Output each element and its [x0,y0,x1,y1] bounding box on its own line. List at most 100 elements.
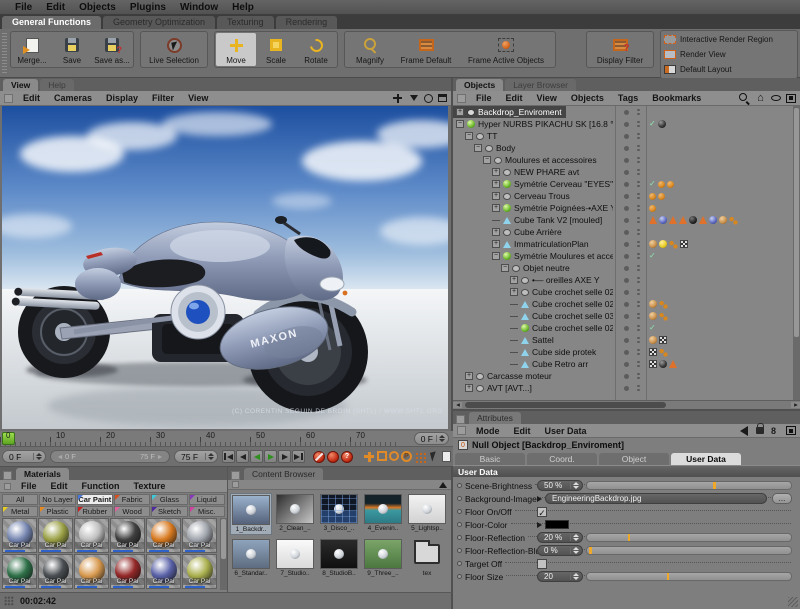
floor-reflection-blur-value-field[interactable]: 0 % [537,545,583,556]
content-item-7-studio[interactable]: 7_Studio.. [274,538,316,578]
render-dot-icon[interactable] [637,301,640,304]
filter-icon[interactable] [771,95,781,101]
merge-button[interactable]: Merge... [12,33,52,66]
floor-size-slider[interactable] [586,572,792,581]
key-scale-icon[interactable] [377,451,387,461]
render-dot-icon[interactable] [637,169,640,172]
tree-item-cube-retro-arr[interactable]: Cube Retro arr [453,358,592,370]
frame-default-button[interactable]: Frame Default [394,33,458,66]
tree-item-oreilles-axe-y[interactable]: +•— oreilles AXE Y [453,274,604,286]
tree-row[interactable]: +•— oreilles AXE Y [453,274,800,286]
expand-icon[interactable]: + [492,240,500,248]
attr-tab-coord[interactable]: Coord. [527,453,597,465]
material-swatch[interactable]: Car Pai [74,518,109,553]
render-dot-icon[interactable] [637,337,640,340]
tree-item-sym-trie-poign-es-axe-y[interactable]: +Symétrie Poignées-•AXE Y [453,202,613,214]
render-dot-icon[interactable] [637,253,640,256]
content-item-2-clean[interactable]: 2_Clean_.. [274,493,316,535]
checker-tag-icon[interactable] [649,360,657,368]
tree-row[interactable]: Cube crochet selle 02 [I]✓ [453,322,800,334]
render-dot-icon[interactable] [637,241,640,244]
visibility-dots[interactable] [619,157,645,164]
menubar-item-objects[interactable]: Objects [72,2,123,13]
visibility-dots[interactable] [619,181,645,188]
check-tag-icon[interactable]: ✓ [649,252,656,260]
tree-row[interactable]: −Symétrie Moulures et accessoires✓ [453,250,800,262]
material-swatch[interactable]: Car Pai [38,518,73,553]
attr-tab-object[interactable]: Object [599,453,669,465]
key-rotation-icon[interactable] [389,451,399,461]
visibility-dots[interactable] [619,253,645,260]
tree-item-new-phare-avt[interactable]: +NEW PHARE avt [453,166,583,178]
visibility-dot-icon[interactable] [624,194,629,199]
viewport-menu-display[interactable]: Display [100,93,144,103]
floor-size-stepper[interactable] [570,573,579,580]
materials-scrollbar[interactable] [220,518,227,590]
tree-row[interactable]: Cube crochet selle 02 [453,298,800,310]
floor-color-swatch[interactable] [545,520,569,529]
tree-item-immatriculationplan[interactable]: +ImmatriculationPlan [453,238,593,250]
render-dot-icon[interactable] [637,181,640,184]
materials-menu-grip[interactable] [4,483,11,490]
material-filter-car-paint[interactable]: Car Paint [77,494,113,505]
visibility-dot-icon[interactable] [624,242,629,247]
collapse-icon[interactable]: − [474,144,482,152]
play-backward-icon[interactable] [250,450,263,463]
tree-item-tt[interactable]: −TT [453,130,501,142]
tree-row[interactable]: +Symétrie Cerveau "EYES"✓ [453,178,800,190]
tree-row[interactable]: −Objet neutre [453,262,800,274]
visibility-dot-icon[interactable] [624,254,629,259]
sphere-tan-tag-icon[interactable] [719,216,727,224]
objects-menu-bookmarks[interactable]: Bookmarks [646,93,707,103]
check-tag-icon[interactable]: ✓ [649,180,656,188]
save-button[interactable]: Save [52,33,92,66]
tree-item-cube-arri-re[interactable]: +Cube Arrière [453,226,566,238]
render-dot-icon[interactable] [637,265,640,268]
tree-item-cube-crochet-selle-02[interactable]: Cube crochet selle 02 [453,298,613,310]
menubar-item-window[interactable]: Window [173,2,225,13]
param-bullet-icon[interactable] [457,574,462,579]
content-item-3-disco[interactable]: 3_Disco_.. [318,493,360,535]
gear-tag-icon[interactable] [667,181,674,188]
dots-tag-icon[interactable] [659,312,668,321]
collapse-icon[interactable]: − [492,252,500,260]
scroll-left-icon[interactable] [453,402,462,408]
dots-tag-icon[interactable] [729,216,738,225]
content-browser-toolbar-grip[interactable] [232,481,239,488]
expand-icon[interactable]: + [492,204,500,212]
render-dot-icon[interactable] [637,229,640,232]
menubar-item-edit[interactable]: Edit [39,2,72,13]
render-dot-icon[interactable] [637,385,640,388]
sphere-blue-tag-icon[interactable] [709,216,717,224]
expand-icon[interactable]: + [492,192,500,200]
visibility-dot-icon[interactable] [624,374,629,379]
visibility-dot-icon[interactable] [624,314,629,319]
param-bullet-icon[interactable] [457,483,462,488]
visibility-dots[interactable] [619,265,645,272]
material-swatch[interactable]: Car Pai [146,554,181,589]
visibility-dots[interactable] [619,313,645,320]
tree-item-backdrop-enviroment[interactable]: +Backdrop_Enviroment [453,106,566,118]
render-dot-icon[interactable] [637,217,640,220]
expand-icon[interactable]: + [465,384,473,392]
visibility-dot-icon[interactable] [624,146,629,151]
tab-help[interactable]: Help [40,79,73,91]
pan-view-icon[interactable] [392,93,403,104]
step-forward-icon[interactable] [278,450,291,463]
render-dot-icon[interactable] [637,193,640,196]
expand-icon[interactable]: + [465,372,473,380]
collapse-icon[interactable]: − [483,156,491,164]
tree-row[interactable]: +Cube crochet selle 02 [I] [360/36,5/80,… [453,286,800,298]
expand-icon[interactable]: + [456,108,464,116]
panel-resize-grip[interactable] [788,597,798,607]
sphere-dark-tag-icon[interactable] [658,120,666,128]
gear-tag-icon[interactable] [658,193,665,200]
param-bullet-icon[interactable] [457,522,462,527]
check-tag-icon[interactable]: ✓ [649,324,656,332]
sphere-blue-tag-icon[interactable] [659,216,667,224]
tab-materials[interactable]: Materials [16,468,69,480]
sphere-tan-tag-icon[interactable] [649,312,657,320]
render-dot-icon[interactable] [637,373,640,376]
tab-view[interactable]: View [3,79,38,91]
materials-menu-function[interactable]: Function [76,481,126,491]
